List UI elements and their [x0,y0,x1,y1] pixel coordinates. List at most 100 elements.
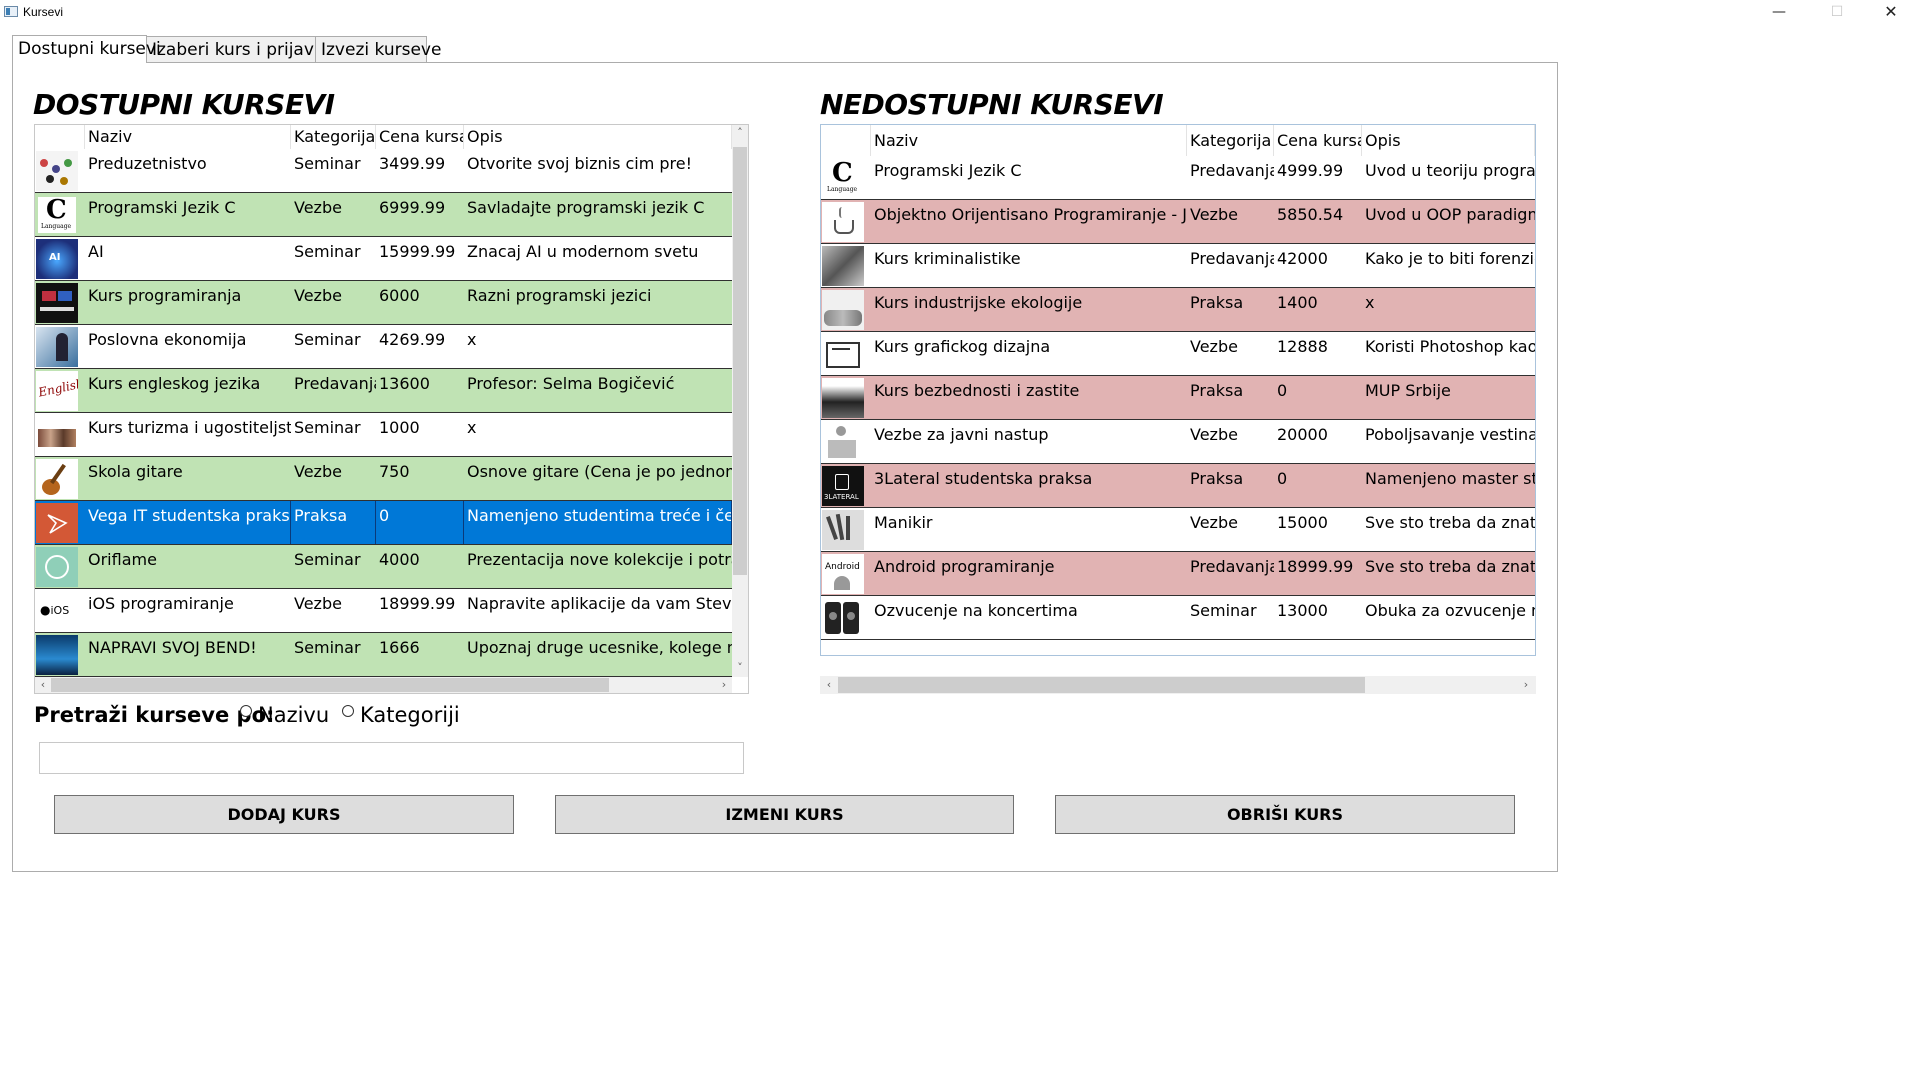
english-text-icon: English [36,371,78,411]
tab-dostupni-kursevi[interactable]: Dostupni kursevi [12,35,161,63]
table-row[interactable]: Ozvucenje na koncertima Seminar 13000 Obuka… [821,596,1535,640]
cell-category: Predavanja [1190,249,1274,268]
vertical-scrollbar[interactable]: ˄ ˅ [732,125,748,677]
programmer-desk-icon [36,283,78,323]
tab-izaberi-kurs[interactable]: Izaberi kurs i prijavi se [146,36,343,63]
cell-price: 6999.99 [379,198,446,217]
cell-price: 18999.99 [379,594,456,613]
cell-price: 750 [379,462,410,481]
table-row[interactable]: Manikir Vezbe 15000 Sve sto treba da znate … [821,508,1535,552]
table-row[interactable]: Kurs industrijske ekologije Praksa 1400 x [821,288,1535,332]
column-header-naziv[interactable]: Naziv [85,125,291,149]
cell-category: Seminar [294,330,361,349]
add-course-button[interactable]: DODAJ KURS [54,795,514,834]
c-language-icon: C Language [822,158,864,198]
cell-name: Programski Jezik C [874,161,1022,180]
table-row[interactable]: Poslovna ekonomija Seminar 4269.99 x [35,325,732,369]
column-header-opis[interactable]: Opis [464,125,732,149]
vega-it-logo-icon [36,503,78,543]
unavailable-courses-grid[interactable]: Naziv Kategorija Cena kursa Opis C Language P… [820,124,1536,656]
column-header-cena-kursa[interactable]: Cena kursa [376,125,464,149]
radio-by-category[interactable] [342,705,354,717]
security-icon [822,378,864,418]
table-row[interactable]: Skola gitare Vezbe 750 Osnove gitare (Cena … [35,457,732,501]
table-row[interactable]: NAPRAVI SVOJ BEND! Seminar 1666 Upoznaj dru… [35,633,732,677]
delete-course-button[interactable]: OBRIŠI KURS [1055,795,1515,834]
column-header-naziv[interactable]: Naziv [871,125,1187,156]
cell-category: Vezbe [294,594,342,613]
cell-name: Preduzetnistvo [88,154,207,173]
minimize-button[interactable]: — [1756,0,1802,26]
cell-desc: x [1365,293,1375,312]
table-row[interactable]: Kurs kriminalistike Predavanja 42000 Kako j… [821,244,1535,288]
radio-by-name[interactable] [240,705,252,717]
cell-desc: Uvod u OOP paradigmu [1365,205,1535,224]
search-input[interactable] [39,742,744,774]
table-row[interactable]: Kurs programiranja Vezbe 6000 Razni program… [35,281,732,325]
column-header-cena-kursa[interactable]: Cena kursa [1274,125,1362,156]
guitar-icon [36,459,78,499]
cell-price: 0 [376,501,464,544]
cell-name: AI [88,242,104,261]
cell-name: Kurs bezbednosti i zastite [874,381,1080,400]
table-row[interactable]: C Language Programski Jezik C Predavanja 499… [821,156,1535,200]
table-row[interactable]: English Kurs engleskog jezika Predavanja 13… [35,369,732,413]
close-button[interactable]: ✕ [1868,0,1914,26]
table-row[interactable]: Kurs grafickog dizajna Vezbe 12888 Koristi … [821,332,1535,376]
window-title: Kursevi [23,5,64,19]
table-row[interactable]: AI AI Seminar 15999.99 Znacaj AI u modernom … [35,237,732,281]
scroll-thumb[interactable] [838,677,1365,693]
cell-name: Programski Jezik C [88,198,236,217]
scroll-up-arrow-icon[interactable]: ˄ [733,126,747,140]
scroll-left-arrow-icon[interactable]: ‹ [36,678,50,692]
scroll-right-arrow-icon[interactable]: › [717,678,731,692]
table-row[interactable]: Objektno Orijentisano Programiranje - Ja… [821,200,1535,244]
cell-desc: Poboljsavanje vestina ja [1365,425,1535,444]
3lateral-logo-icon: 3LATERAL [822,466,864,506]
radio-by-category-label[interactable]: Kategoriji [360,703,460,727]
cell-desc: Namenjeno studentima treće i četvrt [464,501,732,544]
scroll-thumb[interactable] [51,678,609,692]
cell-price: 42000 [1277,249,1328,268]
edit-course-button[interactable]: IZMENI KURS [555,795,1014,834]
table-row[interactable]: Vega IT studentska praksa Praksa 0 Namenjen… [35,501,732,545]
radio-by-name-label[interactable]: Nazivu [258,703,329,727]
table-row[interactable]: Vezbe za javni nastup Vezbe 20000 Poboljsav… [821,420,1535,464]
cell-desc: Otvorite svoj biznis cim pre! [467,154,693,173]
column-header-image[interactable] [35,125,85,149]
tab-izvezi-kurseve[interactable]: Izvezi kurseve [315,36,441,63]
available-courses-grid[interactable]: Naziv Kategorija Cena kursa Opis Preduzetni… [34,124,749,694]
cell-desc: Upoznaj druge ucesnike, kolege muz [467,638,732,657]
cell-desc: Namenjeno master stud [1365,469,1535,488]
column-header-kategorija[interactable]: Kategorija [1187,125,1274,156]
cell-category: Praksa [1190,293,1244,312]
scroll-thumb[interactable] [733,147,747,575]
table-row[interactable]: C Language Programski Jezik C Vezbe 6999.99 S… [35,193,732,237]
maximize-button[interactable]: ☐ [1814,0,1860,26]
apple-ios-icon: ●iOS [36,591,78,631]
scroll-down-arrow-icon[interactable]: ˅ [733,661,747,675]
cell-category: Seminar [1190,601,1257,620]
cell-desc: Osnove gitare (Cena je po jednom ca [467,462,732,481]
table-row[interactable]: Preduzetnistvo Seminar 3499.99 Otvorite svo… [35,149,732,193]
table-row[interactable]: 3LATERAL 3Lateral studentska praksa Praksa… [821,464,1535,508]
horizontal-scrollbar[interactable]: ‹ › [820,676,1536,694]
scroll-right-arrow-icon[interactable]: › [1519,678,1533,692]
table-row[interactable]: Kurs bezbednosti i zastite Praksa 0 MUP Srb… [821,376,1535,420]
table-row[interactable]: ●iOS iOS programiranje Vezbe 18999.99 Naprav… [35,589,732,633]
cell-category: Vezbe [1190,513,1238,532]
forensics-icon [822,246,864,286]
column-header-opis[interactable]: Opis [1362,125,1535,156]
cell-name: Kurs engleskog jezika [88,374,261,393]
scroll-left-arrow-icon[interactable]: ‹ [822,678,836,692]
column-header-kategorija[interactable]: Kategorija [291,125,376,149]
cell-desc: Sve sto treba da znate c [1365,557,1535,576]
table-row[interactable]: Oriflame Seminar 4000 Prezentacija nove kol… [35,545,732,589]
horizontal-scrollbar[interactable]: ‹ › [35,677,732,693]
table-row[interactable]: Kurs turizma i ugostiteljstvo Seminar 1000… [35,413,732,457]
column-header-image[interactable] [827,125,871,156]
cell-price: 1000 [379,418,420,437]
concert-stage-icon [36,635,78,675]
table-row[interactable]: Android Android programiranje Predavanja 18… [821,552,1535,596]
cell-name: Poslovna ekonomija [88,330,247,349]
